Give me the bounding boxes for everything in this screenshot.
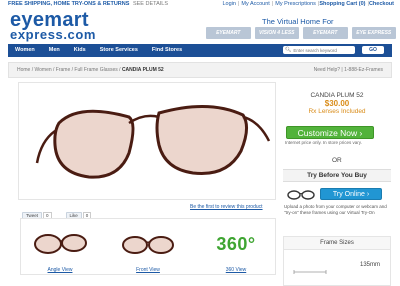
frame-sizes-heading: Frame Sizes [284, 237, 390, 250]
review-link[interactable]: Be the first to review this product [190, 204, 263, 210]
angle-view-label[interactable]: Angle View [25, 267, 95, 273]
promo-text: FREE SHIPPING, HOME TRY-ONS & RETURNS SE… [8, 1, 169, 7]
try-on-glasses-icon [287, 190, 315, 200]
breadcrumb-current: CANDIA PLUM 52 [121, 67, 164, 73]
try-on-description: Upload a photo from your computer or web… [284, 204, 387, 215]
frame-sizes-box: Frame Sizes 135mm [283, 236, 391, 286]
breadcrumb-path[interactable]: Home / Women / Frame / Full Frame Glasse… [17, 67, 122, 73]
brand-logo-eye-express[interactable]: EYE EXPRESS [351, 27, 396, 39]
glasses-main-image [35, 105, 271, 179]
front-view-label[interactable]: Front View [113, 267, 183, 273]
thumb-360-view[interactable]: 360° 360 View [201, 223, 271, 273]
thumb-front-view[interactable]: Front View [113, 223, 183, 273]
glasses-front-thumbnail [122, 236, 174, 254]
search-go-button[interactable]: GO [362, 46, 384, 54]
thumb-angle-view[interactable]: Angle View [25, 223, 95, 273]
frame-width-icon [293, 270, 327, 274]
my-prescriptions-link[interactable]: My Prescriptions [275, 1, 316, 7]
logo-line-2: express.com [10, 27, 97, 42]
main-nav: Women Men Kids Store Services Find Store… [8, 44, 392, 57]
try-before-you-buy-heading: Try Before You Buy [283, 169, 391, 182]
see-details-link[interactable]: SEE DETAILS [133, 1, 168, 7]
glasses-angle-thumbnail [34, 234, 87, 254]
nav-item-kids[interactable]: Kids [67, 44, 93, 57]
rx-included: Rx Lenses Included [308, 108, 366, 115]
try-online-button[interactable]: Try Online › [320, 188, 382, 200]
product-panel: CANDIA PLUM 52 $30.00 Rx Lenses Included… [283, 85, 391, 286]
price-note: Internet price only. In store prices var… [285, 140, 362, 145]
360-view-label[interactable]: 360 View [201, 267, 271, 273]
brand-logos: EYEMART VISION 4 LESS EYEMART EYE EXPRES… [206, 27, 396, 39]
nav-item-women[interactable]: Women [8, 44, 42, 57]
search-box: 🔍︎ [283, 46, 355, 54]
brand-logo-eyemart-2[interactable]: EYEMART [303, 27, 348, 39]
my-account-link[interactable]: My Account [241, 1, 269, 7]
search-input[interactable] [293, 46, 354, 54]
or-divider: OR [332, 157, 342, 164]
brand-logo-eyemart[interactable]: EYEMART [206, 27, 251, 39]
frame-width-value: 135mm [359, 262, 380, 268]
nav-item-men[interactable]: Men [42, 44, 67, 57]
product-name: CANDIA PLUM 52 [310, 92, 364, 99]
account-links: Login | My Account | My Prescriptions |Shoppi… [222, 1, 394, 7]
brand-logo-vision4less[interactable]: VISION 4 LESS [254, 27, 299, 39]
checkout-link[interactable]: Checkout [369, 1, 394, 7]
shopping-cart-link[interactable]: Shopping Cart (0) [319, 1, 365, 7]
360-icon: 360° [216, 234, 256, 254]
help-phone: Need Help? | 1-888-Ez-Frames [313, 67, 383, 73]
nav-item-find-stores[interactable]: Find Stores [145, 44, 189, 57]
view-thumbnails: Angle View Front View 360° 360 View [20, 218, 276, 275]
top-bar: FREE SHIPPING, HOME TRY-ONS & RETURNS SE… [0, 0, 400, 8]
tagline: The Virtual Home For [262, 17, 334, 26]
nav-item-store-services[interactable]: Store Services [93, 44, 145, 57]
customize-now-button[interactable]: Customize Now › [286, 126, 374, 139]
site-logo[interactable]: eyemart express.com [10, 10, 97, 42]
login-link[interactable]: Login [222, 1, 235, 7]
product-main-image[interactable] [18, 82, 276, 200]
product-price: $30.00 [324, 99, 350, 108]
frame-width-row: 135mm [292, 262, 384, 274]
search-icon: 🔍︎ [285, 47, 292, 53]
breadcrumb: Home / Women / Frame / Full Frame Glasse… [8, 62, 392, 78]
